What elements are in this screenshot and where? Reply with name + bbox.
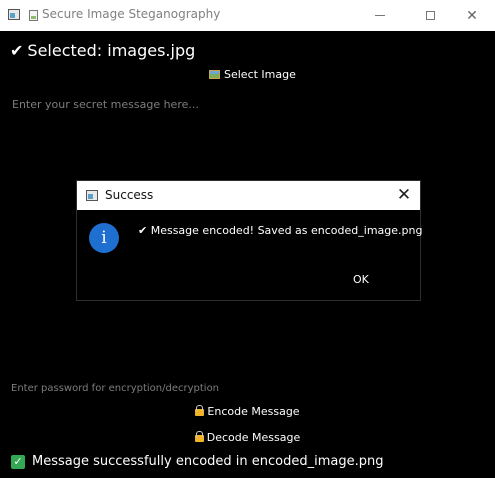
check-icon: ✓ <box>11 454 25 469</box>
encode-message-button[interactable]: Encode Message <box>0 405 495 418</box>
success-dialog: Success ✕ i ✔ Message encoded! Saved as … <box>76 180 423 301</box>
lock-icon <box>195 405 205 416</box>
select-image-button[interactable]: Select Image <box>209 68 296 81</box>
decode-message-label: Decode Message <box>206 431 301 444</box>
check-icon: ✔ <box>10 41 24 60</box>
dialog-close-button[interactable]: ✕ <box>392 184 416 206</box>
select-image-label: Select Image <box>224 68 296 81</box>
status-message: ✓ Message successfully encoded in encoded… <box>11 454 384 469</box>
close-button[interactable]: ✕ <box>449 0 495 31</box>
maximize-button[interactable] <box>407 0 453 31</box>
app-icon <box>86 190 98 201</box>
close-icon: ✕ <box>396 185 412 205</box>
maximize-icon <box>425 11 435 20</box>
password-input[interactable] <box>7 378 485 398</box>
dialog-title-bar[interactable]: Success ✕ <box>77 181 420 210</box>
minimize-icon <box>375 15 385 16</box>
image-icon <box>209 70 220 79</box>
encode-message-label: Encode Message <box>207 405 300 418</box>
lock-icon <box>194 431 204 442</box>
ok-button[interactable]: OK <box>353 273 369 286</box>
status-text: Message successfully encoded in encoded_… <box>32 454 384 469</box>
selected-file-label: ✔ Selected: images.jpg <box>10 41 195 60</box>
app-icon <box>8 9 20 20</box>
minimize-button[interactable] <box>357 0 403 31</box>
info-glyph: i <box>101 228 107 248</box>
window-title: Secure Image Steganography <box>42 7 221 21</box>
image-icon <box>29 10 38 21</box>
close-icon: ✕ <box>466 7 478 24</box>
secret-message-input[interactable] <box>8 93 486 115</box>
title-bar[interactable]: Secure Image Steganography ✕ <box>0 0 495 31</box>
dialog-message: ✔ Message encoded! Saved as encoded_imag… <box>138 224 423 237</box>
app-window: Secure Image Steganography ✕ ✔ Selected: … <box>0 0 495 478</box>
decode-message-button[interactable]: Decode Message <box>0 431 495 444</box>
dialog-title: Success <box>105 188 154 202</box>
info-icon: i <box>89 223 119 253</box>
selected-file-text: Selected: images.jpg <box>27 41 196 60</box>
